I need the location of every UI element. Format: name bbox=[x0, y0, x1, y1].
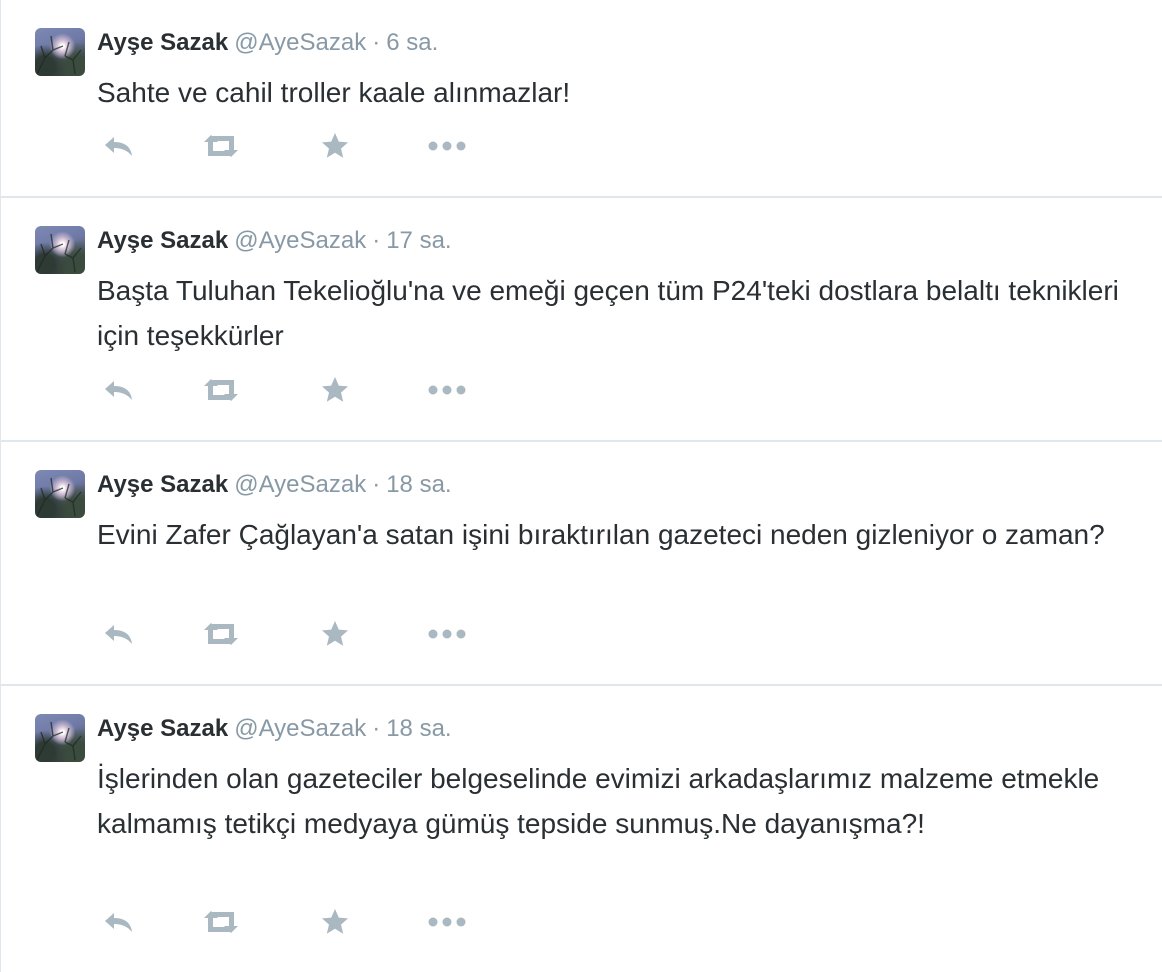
tweet-text: İşlerinden olan gazeteciler belgeselinde… bbox=[97, 763, 1100, 839]
retweet-button[interactable] bbox=[199, 126, 243, 166]
more-button[interactable] bbox=[425, 614, 469, 654]
favorite-star-icon bbox=[322, 133, 348, 158]
more-dots-icon bbox=[428, 141, 466, 151]
reply-button[interactable] bbox=[97, 614, 141, 654]
tweet-actions bbox=[97, 614, 497, 654]
favorite-button[interactable] bbox=[313, 902, 357, 942]
reply-icon bbox=[105, 381, 132, 400]
more-button[interactable] bbox=[425, 126, 469, 166]
author-username[interactable]: @AyeSazak bbox=[234, 29, 366, 56]
separator: · bbox=[372, 29, 381, 56]
retweet-icon bbox=[204, 379, 238, 401]
retweet-button[interactable] bbox=[199, 902, 243, 942]
tweet-timestamp[interactable]: 18 sa. bbox=[386, 715, 451, 742]
retweet-icon bbox=[204, 623, 238, 645]
favorite-button[interactable] bbox=[313, 126, 357, 166]
separator: · bbox=[372, 227, 381, 254]
tweet-header: Ayşe Sazak @AyeSazak · 18 sa. bbox=[97, 714, 452, 744]
author-fullname[interactable]: Ayşe Sazak bbox=[97, 715, 228, 742]
tweet-header: Ayşe Sazak @AyeSazak · 17 sa. bbox=[97, 226, 452, 256]
tweet[interactable]: Ayşe Sazak @AyeSazak · 18 sa. Evini Zafer Ç… bbox=[1, 442, 1162, 686]
reply-button[interactable] bbox=[97, 370, 141, 410]
favorite-star-icon bbox=[322, 377, 348, 402]
favorite-button[interactable] bbox=[313, 614, 357, 654]
tweet[interactable]: Ayşe Sazak @AyeSazak · 17 sa. Başta Tuluhan… bbox=[1, 198, 1162, 442]
author-fullname[interactable]: Ayşe Sazak bbox=[97, 29, 228, 56]
author-fullname[interactable]: Ayşe Sazak bbox=[97, 471, 228, 498]
more-button[interactable] bbox=[425, 370, 469, 410]
reply-icon bbox=[105, 625, 132, 644]
tweet[interactable]: Ayşe Sazak @AyeSazak · 6 sa. Sahte ve cahil… bbox=[1, 0, 1162, 198]
avatar[interactable] bbox=[35, 226, 85, 274]
reply-icon bbox=[105, 913, 132, 932]
tweet-timestamp[interactable]: 18 sa. bbox=[386, 471, 451, 498]
author-username[interactable]: @AyeSazak bbox=[234, 715, 366, 742]
tweet-actions bbox=[97, 902, 497, 942]
more-button[interactable] bbox=[425, 902, 469, 942]
tweet-text: Sahte ve cahil troller kaale alınmazlar! bbox=[97, 77, 571, 108]
retweet-icon bbox=[204, 135, 238, 157]
tweet-actions bbox=[97, 370, 497, 410]
tweet[interactable]: Ayşe Sazak @AyeSazak · 18 sa. İşlerinden ol… bbox=[1, 686, 1162, 972]
separator: · bbox=[372, 715, 381, 742]
retweet-button[interactable] bbox=[199, 370, 243, 410]
tweet-text: Evini Zafer Çağlayan'a satan işini bırak… bbox=[97, 519, 1105, 550]
author-fullname[interactable]: Ayşe Sazak bbox=[97, 227, 228, 254]
tweet-timestamp[interactable]: 6 sa. bbox=[386, 29, 438, 56]
reply-icon bbox=[105, 137, 132, 156]
avatar[interactable] bbox=[35, 28, 85, 76]
more-dots-icon bbox=[428, 917, 466, 927]
reply-button[interactable] bbox=[97, 126, 141, 166]
tweet-header: Ayşe Sazak @AyeSazak · 18 sa. bbox=[97, 470, 452, 500]
more-dots-icon bbox=[428, 385, 466, 395]
favorite-star-icon bbox=[322, 909, 348, 934]
retweet-icon bbox=[204, 911, 238, 933]
author-username[interactable]: @AyeSazak bbox=[234, 227, 366, 254]
favorite-button[interactable] bbox=[313, 370, 357, 410]
tweet-text: Başta Tuluhan Tekelioğlu'na ve emeği geç… bbox=[97, 275, 1119, 351]
avatar[interactable] bbox=[35, 714, 85, 762]
avatar[interactable] bbox=[35, 470, 85, 518]
reply-button[interactable] bbox=[97, 902, 141, 942]
retweet-button[interactable] bbox=[199, 614, 243, 654]
tweet-timeline: Ayşe Sazak @AyeSazak · 6 sa. Sahte ve cahil… bbox=[0, 0, 1162, 972]
author-username[interactable]: @AyeSazak bbox=[234, 471, 366, 498]
tweet-timestamp[interactable]: 17 sa. bbox=[386, 227, 451, 254]
more-dots-icon bbox=[428, 629, 466, 639]
tweet-header: Ayşe Sazak @AyeSazak · 6 sa. bbox=[97, 28, 438, 58]
tweet-actions bbox=[97, 126, 497, 166]
separator: · bbox=[372, 471, 381, 498]
favorite-star-icon bbox=[322, 621, 348, 646]
